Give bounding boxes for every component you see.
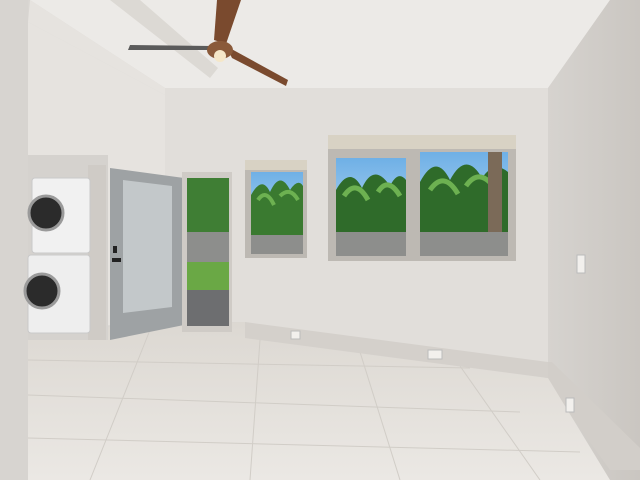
stacked-washer-dryer	[23, 177, 91, 334]
door-handle[interactable]	[112, 258, 121, 262]
large-window-mullion	[406, 150, 420, 258]
outlet-left	[290, 330, 301, 340]
alcove-frame	[88, 165, 106, 340]
open-glass-door[interactable]	[110, 168, 184, 340]
washer-door-icon	[23, 272, 61, 310]
large-window-shade	[328, 135, 516, 149]
exterior-doorway	[182, 172, 232, 332]
bedroom-photo	[0, 0, 640, 480]
left-wall-edge	[0, 0, 28, 480]
outlet-right	[565, 397, 575, 413]
doorway-stone-wall	[187, 232, 229, 262]
small-window-shade	[245, 160, 307, 170]
door-glass	[123, 180, 172, 313]
large-window-stone-wall-right	[420, 232, 508, 256]
outlet-center	[427, 349, 443, 360]
door-lock	[113, 246, 117, 253]
large-window	[328, 135, 516, 261]
doorway-grass	[187, 262, 229, 290]
large-window-stone-wall-left	[336, 232, 406, 256]
large-window-palms-left	[336, 174, 406, 232]
light-switch	[576, 254, 586, 274]
small-window	[245, 160, 307, 258]
small-window-stone-wall	[251, 235, 303, 254]
doorway-deck	[187, 290, 229, 326]
doorway-palms	[187, 178, 229, 233]
small-window-palms	[251, 180, 303, 235]
dryer-door-icon	[27, 194, 65, 232]
fan-light-icon	[214, 50, 226, 62]
